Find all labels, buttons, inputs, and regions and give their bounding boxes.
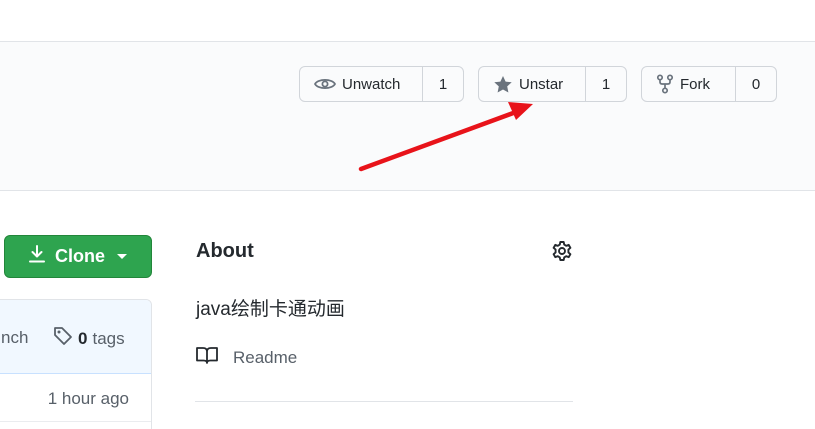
star-button-group: Unstar 1 [478, 66, 627, 102]
unwatch-button[interactable]: Unwatch [300, 67, 423, 101]
repo-description: java绘制卡通动画 [196, 299, 345, 320]
gear-icon[interactable] [551, 240, 573, 267]
fork-button[interactable]: Fork [642, 67, 736, 101]
download-icon [29, 245, 45, 268]
top-bar [0, 0, 815, 42]
repo-header [0, 42, 815, 191]
star-filled-icon [493, 75, 513, 94]
fork-label: Fork [680, 75, 710, 93]
about-heading: About [196, 240, 254, 262]
branch-count-link[interactable]: nch [1, 328, 28, 348]
watchers-count[interactable]: 1 [423, 67, 463, 101]
tag-icon [53, 326, 73, 351]
book-icon [195, 345, 219, 370]
file-row-divider [0, 421, 151, 422]
about-divider [195, 401, 573, 402]
forks-count[interactable]: 0 [736, 67, 776, 101]
tags-link[interactable]: 0 tags [53, 326, 125, 351]
clone-button[interactable]: Clone [4, 235, 152, 278]
repo-forked-icon [656, 74, 674, 94]
unstar-label: Unstar [519, 75, 564, 93]
eye-icon [314, 76, 336, 92]
unwatch-label: Unwatch [342, 75, 401, 93]
stargazers-count[interactable]: 1 [586, 67, 626, 101]
chevron-down-icon [117, 254, 128, 259]
tags-count: 0 [78, 328, 88, 348]
fork-button-group: Fork 0 [641, 66, 777, 102]
file-list: nch 0 tags 1 hour ago [0, 299, 152, 429]
readme-label: Readme [233, 347, 298, 367]
tags-label: tags [92, 328, 125, 348]
watch-button-group: Unwatch 1 [299, 66, 464, 102]
file-list-header: nch 0 tags [0, 300, 151, 374]
last-commit-time: 1 hour ago [47, 389, 129, 408]
unstar-button[interactable]: Unstar [479, 67, 586, 101]
clone-label: Clone [55, 246, 106, 266]
readme-link[interactable]: Readme [195, 345, 297, 370]
